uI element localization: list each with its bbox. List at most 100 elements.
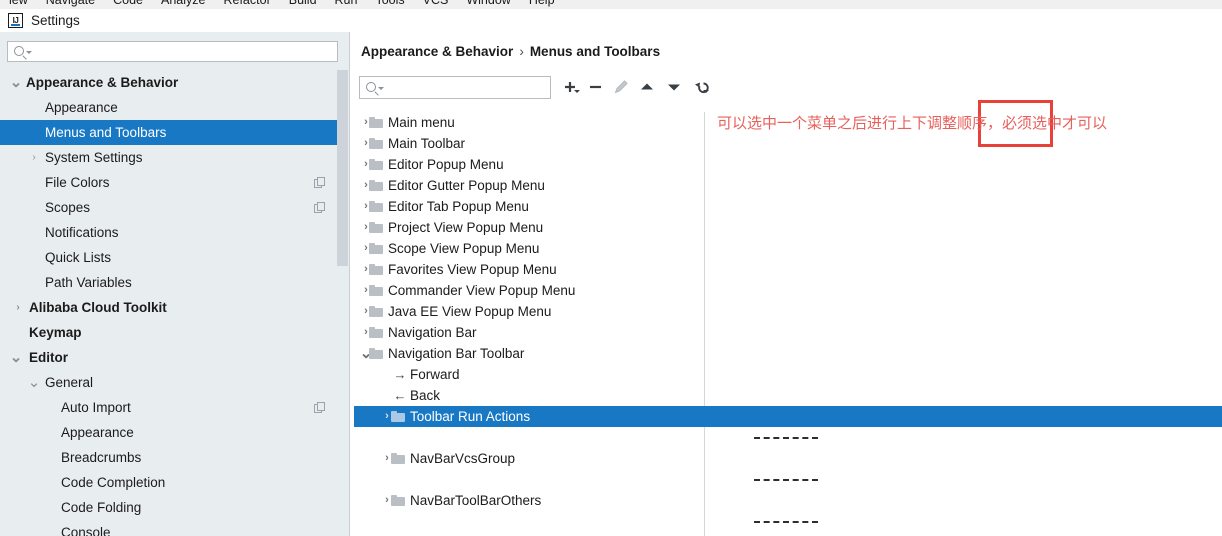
settings-sidebar: ⌄ Appearance & Behavior Appearance Menus an…: [0, 32, 350, 536]
tree-row[interactable]: › Navigation Bar: [354, 322, 1222, 343]
menubar-item[interactable]: iew: [0, 0, 37, 9]
copy-icon[interactable]: [314, 177, 325, 188]
sidebar-item-label: Appearance: [45, 100, 118, 115]
sidebar-item-label: Appearance & Behavior: [26, 75, 179, 90]
sidebar-item-path-variables[interactable]: Path Variables: [0, 270, 337, 295]
menubar-item[interactable]: Help: [520, 0, 564, 9]
sidebar-item-breadcrumbs[interactable]: Breadcrumbs: [0, 445, 337, 470]
move-up-button[interactable]: [635, 76, 659, 99]
sidebar-scrollbar-thumb[interactable]: [337, 70, 348, 266]
tree-row[interactable]: › Commander View Popup Menu: [354, 280, 1222, 301]
copy-icon[interactable]: [314, 202, 325, 213]
chevron-right-icon[interactable]: ›: [28, 145, 40, 170]
sidebar-item-code-completion[interactable]: Code Completion: [0, 470, 337, 495]
sidebar-item-label: Menus and Toolbars: [45, 125, 167, 140]
folder-icon: [369, 285, 383, 296]
sidebar-item-appearance[interactable]: Appearance: [0, 420, 337, 445]
tree-separator: [354, 427, 1222, 448]
tree-row[interactable]: › Favorites View Popup Menu: [354, 259, 1222, 280]
tree-row-label: Editor Gutter Popup Menu: [388, 178, 545, 193]
tree-row[interactable]: › NavBarToolBarOthers: [354, 490, 1222, 511]
folder-icon: [369, 222, 383, 233]
sidebar-item-general[interactable]: ⌄ General: [0, 370, 337, 395]
menubar-item[interactable]: VCS: [414, 0, 458, 9]
menubar-item[interactable]: Tools: [366, 0, 413, 9]
sidebar-tree: ⌄ Appearance & Behavior Appearance Menus an…: [0, 70, 337, 536]
chevron-down-icon[interactable]: ⌄: [28, 370, 41, 395]
sidebar-search-input[interactable]: [7, 41, 338, 62]
sidebar-item-console[interactable]: Console: [0, 520, 337, 536]
sidebar-item-keymap[interactable]: Keymap: [0, 320, 337, 345]
sidebar-item-code-folding[interactable]: Code Folding: [0, 495, 337, 520]
sidebar-item-system-settings[interactable]: › System Settings: [0, 145, 337, 170]
tree-row-label: Java EE View Popup Menu: [388, 304, 552, 319]
dialog-body: ⌄ Appearance & Behavior Appearance Menus an…: [0, 32, 1222, 536]
menubar-item[interactable]: Build: [280, 0, 326, 9]
chevron-down-icon[interactable]: ⌄: [10, 70, 23, 95]
sidebar-item-label: Breadcrumbs: [61, 450, 142, 465]
tree-row[interactable]: › NavBarVcsGroup: [354, 448, 1222, 469]
folder-icon: [369, 138, 383, 149]
sidebar-item-scopes[interactable]: Scopes: [0, 195, 337, 220]
tree-row-label: Navigation Bar: [388, 325, 477, 340]
sidebar-item-label: General: [45, 375, 94, 390]
menubar-item[interactable]: Code: [104, 0, 152, 9]
chevron-right-icon[interactable]: ›: [12, 295, 24, 320]
menubar-item[interactable]: Analyze: [152, 0, 214, 9]
tree-row[interactable]: › Java EE View Popup Menu: [354, 301, 1222, 322]
breadcrumb-parent[interactable]: Appearance & Behavior: [361, 44, 513, 59]
tree-row[interactable]: › Scope View Popup Menu: [354, 238, 1222, 259]
menubar-item[interactable]: Navigate: [37, 0, 104, 9]
tree-row[interactable]: › Main Toolbar: [354, 133, 1222, 154]
menu-tree-search-input[interactable]: [359, 76, 551, 99]
tree-row[interactable]: ← Back: [354, 385, 1222, 406]
restore-button[interactable]: [689, 76, 713, 99]
chevron-down-icon[interactable]: [574, 90, 580, 93]
separator-line: [754, 437, 818, 439]
menubar-item[interactable]: Window: [457, 0, 519, 9]
folder-icon: [369, 327, 383, 338]
sidebar-item-editor[interactable]: ⌄ Editor: [0, 345, 337, 370]
sidebar-item-label: Console: [61, 525, 111, 536]
sidebar-item-appearance-behavior[interactable]: ⌄ Appearance & Behavior: [0, 70, 337, 95]
chevron-down-icon[interactable]: ⌄: [10, 345, 23, 370]
tree-row[interactable]: › Editor Popup Menu: [354, 154, 1222, 175]
chevron-down-icon[interactable]: [703, 90, 709, 93]
sidebar-item-appearance[interactable]: Appearance: [0, 95, 337, 120]
move-down-button[interactable]: [662, 76, 686, 99]
sidebar-item-label: Code Completion: [61, 475, 166, 490]
copy-icon[interactable]: [314, 402, 325, 413]
sidebar-item-auto-import[interactable]: Auto Import: [0, 395, 337, 420]
sidebar-item-label: Editor: [29, 350, 68, 365]
sidebar-item-menus-and-toolbars[interactable]: Menus and Toolbars: [0, 120, 337, 145]
sidebar-item-notifications[interactable]: Notifications: [0, 220, 337, 245]
tree-row-label: Favorites View Popup Menu: [388, 262, 557, 277]
sidebar-item-label: System Settings: [45, 150, 143, 165]
tree-row[interactable]: › Editor Gutter Popup Menu: [354, 175, 1222, 196]
breadcrumb-current: Menus and Toolbars: [529, 44, 661, 59]
sidebar-item-file-colors[interactable]: File Colors: [0, 170, 337, 195]
remove-button[interactable]: [585, 76, 609, 99]
sidebar-item-label: File Colors: [45, 175, 110, 190]
tree-row[interactable]: › Project View Popup Menu: [354, 217, 1222, 238]
tree-row-label: Toolbar Run Actions: [410, 409, 531, 424]
settings-window: iew Navigate Code Analyze Refactor Build Run To…: [0, 0, 1222, 536]
tree-row[interactable]: › Main menu: [354, 112, 1222, 133]
edit-button: [610, 76, 634, 99]
sidebar-item-alibaba-cloud-toolkit[interactable]: › Alibaba Cloud Toolkit: [0, 295, 337, 320]
folder-icon: [369, 159, 383, 170]
tree-row[interactable]: › Editor Tab Popup Menu: [354, 196, 1222, 217]
menus-and-toolbars-tree: › Main menu › Main Toolbar › Editor Popup Men…: [354, 112, 1222, 536]
intellij-logo-icon: IJ: [8, 13, 23, 28]
tree-row-label: Forward: [410, 367, 460, 382]
tree-row-label: Main menu: [388, 115, 455, 130]
menubar-item[interactable]: Refactor: [214, 0, 279, 9]
menubar-item[interactable]: Run: [326, 0, 367, 9]
sidebar-item-quick-lists[interactable]: Quick Lists: [0, 245, 337, 270]
add-button[interactable]: [560, 76, 584, 99]
tree-row[interactable]: → Forward: [354, 364, 1222, 385]
tree-row[interactable]: ⌄ Navigation Bar Toolbar: [354, 343, 1222, 364]
settings-content-panel: Appearance & Behavior › Menus and Toolbars…: [350, 32, 1222, 536]
tree-row-label: Editor Tab Popup Menu: [388, 199, 529, 214]
tree-row[interactable]: › Toolbar Run Actions: [354, 406, 1222, 427]
